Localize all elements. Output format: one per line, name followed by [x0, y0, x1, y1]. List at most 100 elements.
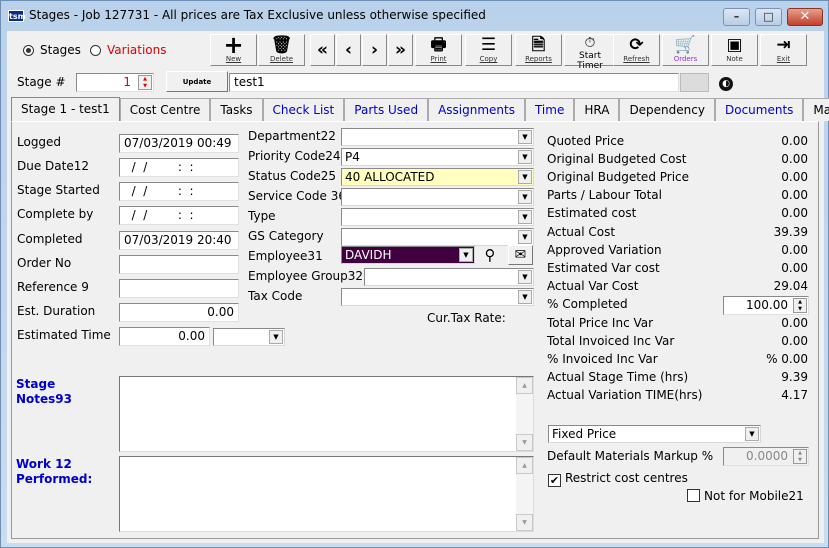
chevron-down-icon[interactable]: ▼ — [518, 190, 532, 204]
estimated-time-input[interactable]: 0.00 — [119, 327, 210, 346]
tab-tasks[interactable]: Tasks — [210, 98, 263, 121]
tab-parts-used[interactable]: Parts Used — [344, 98, 429, 121]
checkbox-unchecked-icon[interactable] — [687, 489, 700, 502]
priority-code-select[interactable]: P4 ▼ — [341, 148, 534, 166]
app-logo-icon: tsm — [8, 10, 26, 22]
stage-notes-scrollbar[interactable]: ▲ ▼ — [516, 377, 533, 451]
chevron-down-icon[interactable]: ▼ — [518, 290, 532, 304]
employee-group-select[interactable]: ▼ — [364, 268, 534, 286]
orders-button[interactable]: 🛒 Orders — [662, 34, 709, 66]
work-performed-scrollbar[interactable]: ▲ ▼ — [516, 457, 533, 531]
close-button[interactable]: ✕ — [787, 8, 823, 26]
type-select[interactable]: ▼ — [341, 208, 534, 226]
chevron-down-icon[interactable]: ▼ — [269, 330, 283, 344]
new-button[interactable]: + New — [210, 33, 257, 66]
scroll-up-icon[interactable]: ▲ — [516, 457, 533, 474]
summary-value: 0.00 — [781, 152, 808, 167]
stage-notes-textarea[interactable]: ▲ ▼ — [119, 376, 534, 452]
complete-by-input[interactable]: / / : : — [119, 206, 239, 225]
tab-mailbox[interactable]: MailBox — [803, 98, 829, 121]
maximize-button[interactable]: □ — [755, 8, 782, 26]
search-employee-button[interactable]: ⚲ — [478, 245, 502, 265]
scroll-down-icon[interactable]: ▼ — [516, 434, 533, 451]
chevron-down-icon[interactable]: ▼ — [518, 270, 532, 284]
checkbox-checked-icon[interactable]: ✔ — [548, 474, 561, 487]
tab-cost-centre[interactable]: Cost Centre — [119, 98, 211, 121]
stage-started-input[interactable]: / / : : — [119, 182, 239, 201]
radio-variations-indicator[interactable] — [90, 44, 101, 56]
summary-label: Actual Cost — [547, 224, 616, 239]
delete-button[interactable]: 🗑 Delete — [258, 34, 305, 66]
tab-documents[interactable]: Documents — [714, 98, 804, 121]
reports-button[interactable]: 🗎 Reports — [515, 34, 562, 66]
percent-completed-label: % Completed — [547, 297, 628, 311]
copy-button[interactable]: ☰ Copy — [465, 34, 512, 66]
gs-category-select[interactable]: ▼ — [341, 228, 534, 246]
stage-number-input[interactable]: 1 ▲ ▼ — [76, 73, 154, 92]
service-code-select[interactable]: ▼ — [341, 188, 534, 206]
work-performed-textarea[interactable]: ▲ ▼ — [119, 456, 534, 532]
logged-label: Logged — [17, 135, 62, 149]
next-record-button[interactable]: › — [362, 34, 387, 66]
logged-input[interactable]: 07/03/2019 00:49 — [119, 134, 239, 153]
tab-hra[interactable]: HRA — [574, 98, 620, 121]
chevron-left-icon: ‹ — [344, 40, 352, 60]
estimated-time-unit-select[interactable]: ▼ — [213, 328, 285, 346]
document-icon: 🗎 — [531, 35, 546, 55]
start-timer-button[interactable]: ⏱ Start Timer — [564, 34, 616, 71]
chevron-down-icon[interactable]: ▼ — [745, 427, 759, 441]
percent-completed-spinner[interactable]: ▲ ▼ — [793, 298, 807, 313]
radio-variations[interactable]: Variations — [90, 43, 167, 57]
stage-number-spinner[interactable]: ▲ ▼ — [138, 75, 152, 90]
scroll-up-icon[interactable]: ▲ — [516, 377, 533, 394]
scroll-down-icon[interactable]: ▼ — [516, 514, 533, 531]
globe-icon[interactable]: ◐ — [719, 77, 733, 91]
minimize-button[interactable]: – — [723, 8, 750, 26]
prev-record-button[interactable]: ‹ — [336, 34, 361, 66]
order-no-input[interactable] — [119, 255, 239, 274]
pricing-type-select[interactable]: Fixed Price ▼ — [548, 425, 761, 443]
tab-assignments[interactable]: Assignments — [428, 98, 525, 121]
chevron-down-icon[interactable]: ▼ — [518, 150, 532, 164]
update-button[interactable]: Update — [166, 71, 228, 92]
print-button[interactable]: 🖶 Print — [415, 34, 462, 66]
chevron-down-icon[interactable]: ▼ — [518, 210, 532, 224]
note-icon: ▣ — [726, 35, 743, 55]
chevron-down-icon[interactable]: ▼ — [459, 248, 473, 262]
not-for-mobile-checkbox[interactable]: Not for Mobile21 — [687, 489, 804, 503]
note-button[interactable]: ▣ Note — [711, 34, 758, 66]
completed-input[interactable]: 07/03/2019 20:40 — [119, 231, 239, 250]
markup-spinner[interactable]: ▲ ▼ — [793, 449, 807, 464]
radio-stages[interactable]: Stages — [23, 43, 81, 57]
employee-group-label: Employee Group32 — [248, 269, 364, 283]
department-select[interactable]: ▼ — [341, 128, 534, 146]
est-duration-input[interactable]: 0.00 — [119, 303, 239, 322]
tab-dependency[interactable]: Dependency — [619, 98, 715, 121]
last-record-button[interactable]: » — [388, 34, 413, 66]
restrict-cost-centres-checkbox[interactable]: ✔ Restrict cost centres — [548, 471, 688, 487]
radio-stages-indicator[interactable] — [23, 44, 34, 56]
email-employee-button[interactable]: ✉ — [508, 245, 533, 265]
tab-bar: Stage 1 - test1 Cost Centre Tasks Check … — [11, 97, 829, 122]
refresh-button[interactable]: ⟳ Refresh — [613, 34, 660, 66]
exit-button[interactable]: ⇥ Exit — [760, 34, 807, 66]
tax-code-label: Tax Code — [248, 289, 303, 303]
employee-select[interactable]: DAVIDH ▼ — [341, 246, 475, 264]
chevron-down-icon[interactable]: ▼ — [518, 230, 532, 244]
tab-time[interactable]: Time — [524, 98, 575, 121]
reference-label: Reference 9 — [17, 280, 89, 294]
stage-color-button[interactable] — [680, 73, 709, 92]
chevron-down-icon[interactable]: ▼ — [518, 170, 532, 184]
tax-code-select[interactable]: ▼ — [341, 288, 534, 306]
chevron-down-icon[interactable]: ▼ — [518, 130, 532, 144]
status-code-select[interactable]: 40 ALLOCATED ▼ — [341, 168, 534, 186]
tab-stage[interactable]: Stage 1 - test1 — [11, 97, 120, 122]
percent-completed-input[interactable]: 100.00 ▲ ▼ — [723, 296, 809, 315]
markup-input[interactable]: 0.0000 ▲ ▼ — [723, 447, 809, 466]
due-date-input[interactable]: / / : : — [119, 158, 239, 177]
tab-check-list[interactable]: Check List — [262, 98, 345, 121]
stage-name-input[interactable]: test1 — [229, 73, 679, 92]
first-record-button[interactable]: « — [310, 34, 335, 66]
reference-input[interactable] — [119, 279, 239, 298]
employee-label: Employee31 — [248, 249, 323, 263]
